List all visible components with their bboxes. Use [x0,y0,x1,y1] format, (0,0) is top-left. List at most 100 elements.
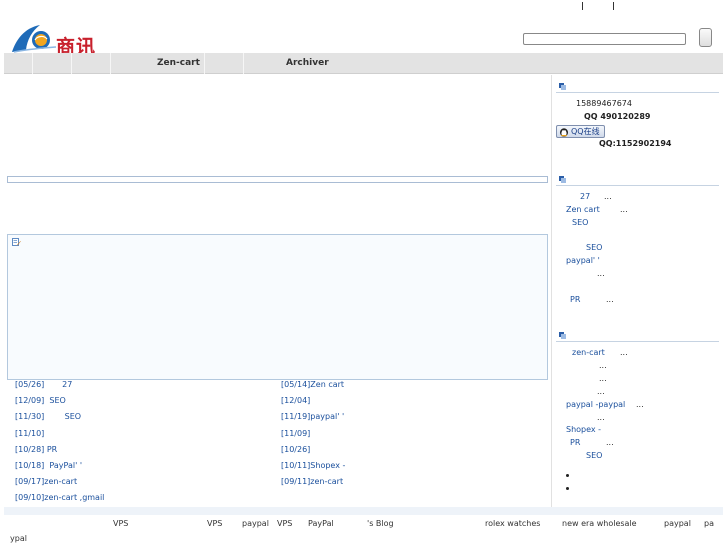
news-item[interactable]: [11/30] SEO [15,412,81,421]
news-item[interactable]: [09/11]zen-cart [281,477,343,486]
news-date: [09/11] [281,477,311,486]
contact-qq2: QQ:1152902194 [599,139,672,148]
news-date: [09/17] [15,477,45,486]
ellipsis: ... [620,348,628,357]
nav-item-archiver[interactable]: Archiver [286,58,329,68]
sidebar-list-item[interactable]: SEO [586,243,602,252]
news-item[interactable]: [12/04] [281,396,310,405]
news-item[interactable]: [10/28] PR [15,445,57,454]
news-date: [11/09] [281,429,311,438]
footer-link[interactable]: VPS [277,519,292,528]
ellipsis: ... [599,374,607,383]
nav-separator [32,53,33,74]
ellipsis: ... [597,413,605,422]
footer-link[interactable]: VPS [207,519,222,528]
news-item[interactable]: [11/09] [281,429,310,438]
news-item[interactable]: [11/10] [15,429,44,438]
sidebar-header-latest [556,170,719,186]
news-date: [05/26] [15,380,45,389]
nav-separator [110,53,111,74]
square-bullet-icon [559,176,566,183]
ellipsis: ... [604,192,612,201]
sidebar-list-item[interactable]: Zen cart [566,205,600,214]
sidebar-list-item[interactable]: PR [570,438,580,447]
news-title[interactable]: zen-cart [310,477,343,486]
ellipsis: ... [636,400,644,409]
news-title[interactable]: Shopex - [310,461,345,470]
news-date: [10/11] [281,461,311,470]
news-item[interactable]: [05/14]Zen cart [281,380,344,389]
news-title[interactable]: paypal' ' [310,412,344,421]
news-title[interactable]: SEO [49,396,65,405]
footer-link[interactable]: rolex watches [485,519,540,528]
qq-online-button[interactable]: QQ在线 [556,125,605,138]
news-date: [11/10] [15,429,45,438]
main-nav: Zen-cart Archiver [4,53,723,74]
ellipsis: ... [620,205,628,214]
news-date: [10/28] [15,445,45,454]
news-item[interactable]: [10/26] [281,445,310,454]
footer-link[interactable]: 's Blog [367,519,394,528]
sidebar-list-item[interactable]: zen-cart [572,348,605,357]
news-date: [10/26] [281,445,311,454]
sidebar-list-item[interactable]: SEO [572,218,588,227]
news-date: [11/19] [281,412,311,421]
search-input[interactable] [523,33,686,45]
news-title[interactable]: 27 [62,380,72,389]
contact-qq: QQ 490120289 [584,112,651,121]
news-title[interactable]: zen-cart [44,477,77,486]
sidebar-header-contact [556,77,719,93]
top-link-separator [582,2,583,10]
square-bullet-icon [559,332,566,339]
qq-penguin-icon [560,128,568,137]
edit-note-icon [12,238,21,246]
search-button[interactable] [699,28,712,47]
ellipsis: ... [606,438,614,447]
footer-link[interactable]: paypal [664,519,691,528]
square-bullet-icon [559,83,566,90]
news-date: [12/09] [15,396,45,405]
sidebar-header-popular [556,326,719,342]
sidebar-list-item[interactable]: 27 [580,192,590,201]
news-title[interactable]: SEO [65,412,81,421]
nav-item-zen-cart[interactable]: Zen-cart [157,58,200,68]
news-title[interactable]: Zen cart [310,380,344,389]
ellipsis: ... [606,295,614,304]
news-item[interactable]: [10/11]Shopex - [281,461,345,470]
nav-separator [243,53,244,74]
footer-link[interactable]: paypal [242,519,269,528]
sidebar-list-item[interactable]: paypal' ' [566,256,600,265]
qq-badge-label: QQ在线 [571,127,600,136]
top-link-separator [613,2,614,10]
footer-link[interactable]: new era wholesale [562,519,637,528]
news-title[interactable]: PayPal' ' [49,461,82,470]
news-date: [11/30] [15,412,45,421]
news-item[interactable]: [10/18] PayPal' ' [15,461,82,470]
sidebar-list-item[interactable]: PR [570,295,580,304]
footer-link[interactable]: PayPal [308,519,334,528]
news-date: [12/04] [281,396,311,405]
news-box [7,234,548,380]
sidebar-list-item[interactable]: Shopex - [566,425,601,434]
contact-phone: 15889467674 [576,99,632,108]
news-item[interactable]: [09/10]zen-cart ,gmail [15,493,104,502]
footer-link[interactable]: pa [704,519,714,528]
footer-link[interactable]: VPS [113,519,128,528]
news-title[interactable]: PR [47,445,57,454]
news-item[interactable]: [09/17]zen-cart [15,477,77,486]
list-bullet [566,474,569,477]
sidebar-list-item[interactable]: paypal -paypal [566,400,625,409]
ellipsis: ... [597,387,605,396]
nav-separator [71,53,72,74]
news-date: [10/18] [15,461,45,470]
banner-box [7,176,548,183]
footer-band [4,507,723,515]
footer-link[interactable]: ypal [10,534,27,543]
news-item[interactable]: [11/19]paypal' ' [281,412,344,421]
sidebar-list-item[interactable]: SEO [586,451,602,460]
news-title[interactable]: zen-cart ,gmail [44,493,104,502]
ellipsis: ... [597,269,605,278]
news-item[interactable]: [12/09] SEO [15,396,66,405]
news-item[interactable]: [05/26] 27 [15,380,72,389]
list-bullet [566,487,569,490]
